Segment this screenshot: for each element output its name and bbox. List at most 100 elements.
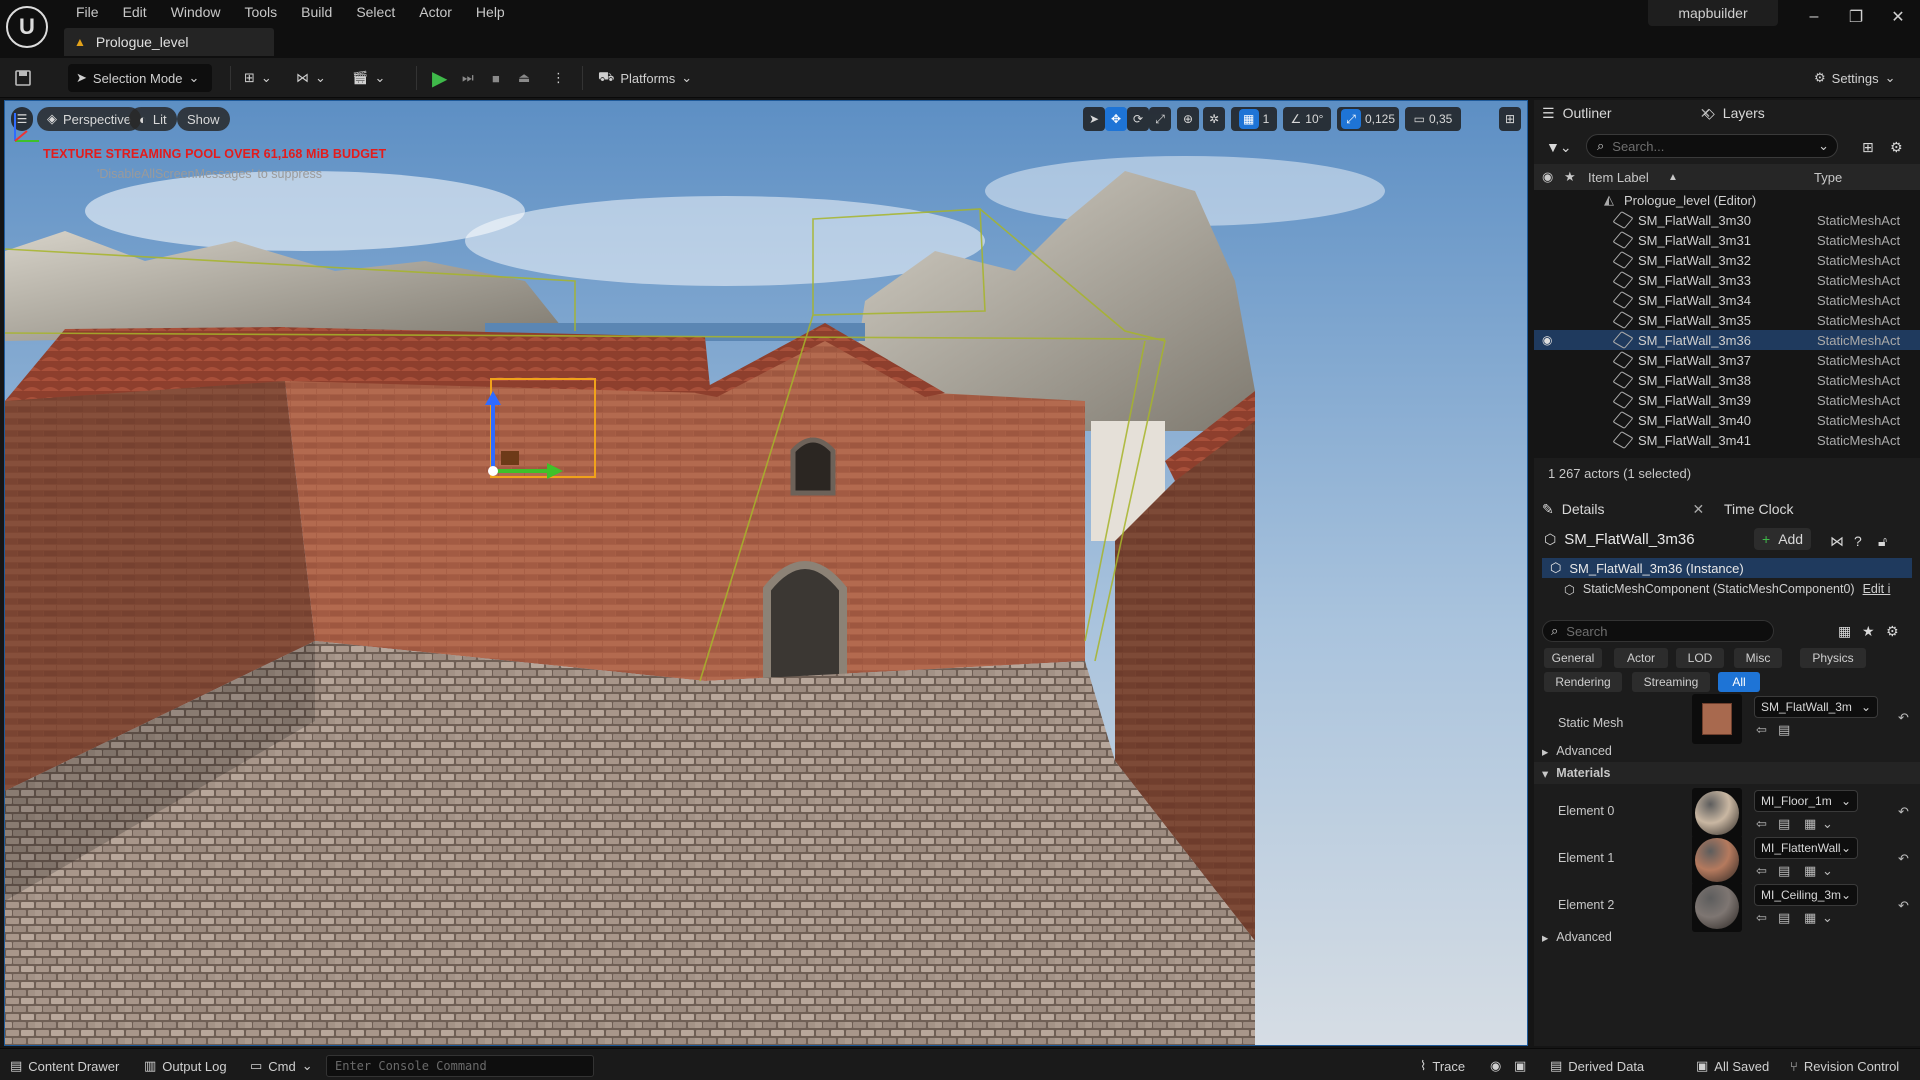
use-selected-icon[interactable]: ⇦: [1756, 910, 1767, 926]
outliner-row[interactable]: SM_FlatWall_3m39 StaticMeshAct: [1534, 390, 1920, 410]
tab-outliner[interactable]: ☰ Outliner ✕: [1542, 100, 1711, 126]
screenshot-icon[interactable]: ▣: [1514, 1055, 1526, 1077]
outliner-row[interactable]: SM_FlatWall_3m41 StaticMeshAct: [1534, 430, 1920, 450]
level-row[interactable]: ◭ Prologue_level (Editor): [1534, 190, 1920, 210]
materials-section[interactable]: ▾ Materials: [1534, 762, 1920, 784]
play-icon[interactable]: ▶: [432, 64, 447, 92]
filter-icon[interactable]: ▼⌄: [1546, 134, 1572, 160]
outliner-row[interactable]: SM_FlatWall_3m37 StaticMeshAct: [1534, 350, 1920, 370]
step-icon[interactable]: ⏭: [462, 64, 474, 92]
layout-icon[interactable]: ⊞: [1499, 107, 1521, 131]
filter-all[interactable]: All: [1718, 672, 1760, 692]
output-log-button[interactable]: ▥ Output Log: [144, 1055, 227, 1077]
tab-time-clock[interactable]: Time Clock: [1724, 496, 1794, 522]
static-mesh-dropdown[interactable]: SM_FlatWall_3m ⌄: [1754, 696, 1878, 718]
use-selected-icon[interactable]: ⇦: [1756, 816, 1767, 832]
outliner-row[interactable]: SM_FlatWall_3m38 StaticMeshAct: [1534, 370, 1920, 390]
browse-icon[interactable]: ▤: [1778, 863, 1790, 879]
material-thumbnail[interactable]: [1692, 788, 1742, 838]
trace-button[interactable]: ⌇ Trace: [1420, 1055, 1465, 1077]
menu-tools[interactable]: Tools: [234, 2, 287, 22]
outliner-row[interactable]: SM_FlatWall_3m40 StaticMeshAct: [1534, 410, 1920, 430]
texture-icon[interactable]: ▦: [1804, 863, 1816, 879]
material-dropdown[interactable]: MI_Ceiling_3m ⌄: [1754, 884, 1858, 906]
surface-snap-icon[interactable]: ✲: [1203, 107, 1225, 131]
menu-edit[interactable]: Edit: [113, 2, 157, 22]
scale-snap-button[interactable]: ⤢ 0,125: [1337, 107, 1399, 131]
revision-control-button[interactable]: ⑂ Revision Control: [1790, 1055, 1899, 1077]
menu-help[interactable]: Help: [466, 2, 515, 22]
restore-icon[interactable]: ❐: [1838, 4, 1874, 30]
reset-icon[interactable]: ↶: [1898, 851, 1909, 867]
play-options-icon[interactable]: ⋮: [552, 64, 565, 92]
browse-icon[interactable]: ▤: [1778, 910, 1790, 926]
outliner-row[interactable]: SM_FlatWall_3m32 StaticMeshAct: [1534, 250, 1920, 270]
col-item-label[interactable]: Item Label: [1588, 170, 1649, 185]
filter-general[interactable]: General: [1544, 648, 1602, 668]
all-saved-button[interactable]: ▣ All Saved: [1696, 1055, 1769, 1077]
instance-row[interactable]: ⬡ SM_FlatWall_3m36 (Instance): [1542, 558, 1912, 578]
record-icon[interactable]: ◉: [1490, 1055, 1501, 1077]
blueprint-icon[interactable]: ⋈: [1830, 528, 1844, 554]
outliner-row[interactable]: SM_FlatWall_3m33 StaticMeshAct: [1534, 270, 1920, 290]
filter-rendering[interactable]: Rendering: [1544, 672, 1622, 692]
edit-link[interactable]: Edit i: [1863, 582, 1891, 596]
menu-window[interactable]: Window: [161, 2, 231, 22]
add-component-button[interactable]: + Add: [1754, 528, 1812, 550]
gear-icon[interactable]: ⚙: [1890, 134, 1903, 160]
outliner-row[interactable]: SM_FlatWall_3m35 StaticMeshAct: [1534, 310, 1920, 330]
material-thumbnail[interactable]: [1692, 835, 1742, 885]
menu-select[interactable]: Select: [346, 2, 405, 22]
save-icon[interactable]: [14, 64, 32, 92]
unreal-logo-icon[interactable]: U: [6, 6, 48, 48]
material-dropdown[interactable]: MI_FlattenWall_Brick⌄: [1754, 837, 1858, 859]
lock-icon[interactable]: 🔓︎: [1878, 528, 1887, 554]
select-tool-icon[interactable]: ➤: [1083, 107, 1105, 131]
component-row[interactable]: ⬡ StaticMeshComponent (StaticMeshCompone…: [1564, 578, 1920, 600]
menu-file[interactable]: File: [66, 2, 109, 22]
help-icon[interactable]: ?: [1854, 528, 1862, 554]
close-icon[interactable]: ✕: [1693, 501, 1705, 518]
derived-data-button[interactable]: ▤ Derived Data: [1550, 1055, 1644, 1077]
outliner-row[interactable]: SM_FlatWall_3m30 StaticMeshAct: [1534, 210, 1920, 230]
close-icon[interactable]: ✕: [1880, 4, 1916, 30]
browse-icon[interactable]: ▤: [1778, 816, 1790, 832]
level-viewport[interactable]: ☰ ◈ Perspective ◐ Lit Show ➤ ✥ ⟳ ⤢ ⊕ ✲ ▦…: [4, 100, 1528, 1046]
menu-build[interactable]: Build: [291, 2, 342, 22]
col-type[interactable]: Type: [1814, 170, 1842, 185]
use-selected-icon[interactable]: ⇦: [1756, 722, 1767, 738]
stop-icon[interactable]: ■: [492, 64, 500, 92]
translate-tool-icon[interactable]: ✥: [1105, 107, 1127, 131]
reset-icon[interactable]: ↶: [1898, 710, 1909, 726]
use-selected-icon[interactable]: ⇦: [1756, 863, 1767, 879]
outliner-row[interactable]: SM_FlatWall_3m34 StaticMeshAct: [1534, 290, 1920, 310]
material-thumbnail[interactable]: [1692, 882, 1742, 932]
tab-layers[interactable]: ◇ Layers: [1704, 100, 1765, 126]
outliner-search-input[interactable]: ⌕ Search... ⌄: [1586, 134, 1838, 158]
table-view-icon[interactable]: ▦: [1838, 618, 1851, 644]
rotate-tool-icon[interactable]: ⟳: [1127, 107, 1149, 131]
filter-lod[interactable]: LOD: [1676, 648, 1724, 668]
cmd-dropdown[interactable]: ▭ Cmd ⌄: [250, 1055, 313, 1077]
gear-icon[interactable]: ⚙: [1886, 618, 1899, 644]
outliner-row[interactable]: ◉ SM_FlatWall_3m36 StaticMeshAct: [1534, 330, 1920, 350]
content-drawer-button[interactable]: ▤ Content Drawer: [10, 1055, 119, 1077]
tab-details[interactable]: ✎ Details ✕: [1542, 496, 1704, 522]
console-command-input[interactable]: Enter Console Command: [326, 1055, 594, 1077]
platforms-dropdown[interactable]: ⛟ Platforms ⌄: [598, 64, 692, 92]
eject-icon[interactable]: ⏏: [518, 64, 530, 92]
menu-actor[interactable]: Actor: [409, 2, 462, 22]
filter-streaming[interactable]: Streaming: [1632, 672, 1710, 692]
texture-icon[interactable]: ▦: [1804, 816, 1816, 832]
filter-actor[interactable]: Actor: [1614, 648, 1668, 668]
details-search-input[interactable]: ⌕ Search: [1542, 620, 1774, 642]
selection-mode-dropdown[interactable]: ➤ Selection Mode ⌄: [68, 64, 212, 92]
filter-physics[interactable]: Physics: [1800, 648, 1866, 668]
lit-button[interactable]: ◐ Lit: [129, 107, 177, 131]
show-button[interactable]: Show: [177, 107, 230, 131]
texture-icon[interactable]: ▦: [1804, 910, 1816, 926]
advanced-section[interactable]: ▸ Advanced: [1534, 740, 1920, 762]
filter-misc[interactable]: Misc: [1734, 648, 1782, 668]
blueprint-icon[interactable]: ⋈ ⌄: [296, 64, 326, 92]
visibility-icon[interactable]: ◉: [1542, 169, 1553, 185]
